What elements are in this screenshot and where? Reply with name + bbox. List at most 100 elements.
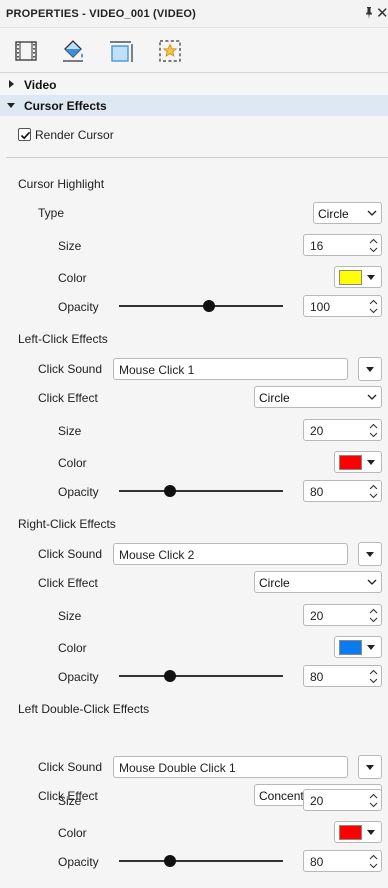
spin-down-icon[interactable] [369,678,378,684]
left-click-sound-value: Mouse Click 1 [119,363,195,377]
spin-down-icon[interactable] [369,247,378,253]
spin-down-icon[interactable] [369,617,378,623]
double-click-sound-field[interactable]: Mouse Double Click 1 [113,756,348,778]
resize-frame-icon[interactable] [108,38,134,64]
section-cursor-effects[interactable]: Cursor Effects [0,95,388,116]
left-click-size-stepper[interactable]: 20 [303,419,382,441]
left-click-opacity-slider[interactable] [119,484,283,498]
left-click-sound-dropdown-button[interactable] [358,357,382,381]
chevron-down-icon [367,579,377,585]
highlight-size-stepper[interactable]: 16 [303,234,382,256]
right-click-heading: Right-Click Effects [18,517,116,531]
highlight-opacity-slider[interactable] [119,299,283,313]
right-click-sound-value: Mouse Click 2 [119,548,195,562]
color-chip [339,455,362,470]
chevron-down-icon [367,210,377,216]
double-click-sound-dropdown-button[interactable] [358,755,382,779]
double-click-heading: Left Double-Click Effects [18,702,150,716]
right-click-opacity-label: Opacity [58,670,99,684]
highlight-size-value: 16 [310,239,324,253]
slider-track [119,860,283,862]
cursor-highlight-heading: Cursor Highlight [18,177,105,191]
double-click-opacity-label: Opacity [58,855,99,869]
chevron-down-icon [367,394,377,400]
spin-down-icon[interactable] [369,863,378,869]
slider-thumb[interactable] [203,300,216,312]
double-click-size-label: Size [58,794,82,808]
spin-down-icon[interactable] [369,802,378,808]
spin-up-icon[interactable] [369,793,378,799]
right-click-effect-select[interactable]: Circle [254,571,382,593]
dropdown-arrow-icon [366,765,374,770]
right-click-opacity-slider[interactable] [119,669,283,683]
left-click-effect-value: Circle [259,391,290,405]
slider-track [119,675,283,677]
left-click-effect-select[interactable]: Circle [254,386,382,408]
paint-bucket-icon[interactable] [60,38,86,64]
spin-up-icon[interactable] [369,608,378,614]
left-click-color-picker[interactable] [334,451,382,473]
double-click-color-picker[interactable] [334,821,382,843]
right-click-color-picker[interactable] [334,636,382,658]
dropdown-arrow-icon [366,552,374,557]
spin-up-icon[interactable] [369,423,378,429]
color-chip [339,825,362,840]
render-cursor-checkbox[interactable] [18,128,31,141]
right-click-opacity-stepper[interactable]: 80 [303,665,382,687]
left-click-color-label: Color [58,456,87,470]
spin-up-icon[interactable] [369,669,378,675]
spin-up-icon[interactable] [369,484,378,490]
spin-up-icon[interactable] [369,299,378,305]
spin-down-icon[interactable] [369,432,378,438]
spin-down-icon[interactable] [369,308,378,314]
pin-icon[interactable] [362,6,376,20]
highlight-color-picker[interactable] [334,266,382,288]
left-click-sound-label: Click Sound [38,362,103,376]
highlight-opacity-value: 100 [310,300,331,314]
film-frame-icon[interactable] [13,38,39,64]
left-click-heading: Left-Click Effects [18,332,108,346]
highlight-opacity-stepper[interactable]: 100 [303,295,382,317]
close-icon[interactable]: ✕ [376,4,388,22]
left-click-size-value: 20 [310,424,324,438]
right-click-sound-label: Click Sound [38,547,103,561]
double-click-sound-value: Mouse Double Click 1 [119,761,236,775]
right-click-size-label: Size [58,609,82,623]
right-click-size-value: 20 [310,609,324,623]
dropdown-arrow-icon [367,460,375,465]
dropdown-arrow-icon [366,367,374,372]
section-video[interactable]: Video [0,74,388,95]
spin-down-icon[interactable] [369,493,378,499]
left-click-opacity-value: 80 [310,485,324,499]
spin-up-icon[interactable] [369,854,378,860]
left-click-size-label: Size [58,424,82,438]
spin-up-icon[interactable] [369,238,378,244]
right-click-size-stepper[interactable]: 20 [303,604,382,626]
left-click-opacity-stepper[interactable]: 80 [303,480,382,502]
slider-thumb[interactable] [163,670,176,682]
right-click-sound-field[interactable]: Mouse Click 2 [113,543,348,565]
double-click-opacity-slider[interactable] [119,854,283,868]
star-frame-icon[interactable] [157,38,183,64]
double-click-size-stepper[interactable]: 20 [303,789,382,811]
left-click-sound-field[interactable]: Mouse Click 1 [113,358,348,380]
section-video-label: Video [24,78,57,92]
highlight-type-select[interactable]: Circle [313,202,382,224]
highlight-type-value: Circle [318,207,349,221]
right-click-effect-label: Click Effect [38,576,98,590]
double-click-sound-label: Click Sound [38,760,103,774]
slider-track [119,490,283,492]
double-click-color-label: Color [58,826,87,840]
render-cursor-label: Render Cursor [35,128,114,142]
slider-thumb[interactable] [163,855,176,867]
color-chip [339,270,362,285]
slider-track [119,305,283,307]
highlight-size-label: Size [58,239,82,253]
dropdown-arrow-icon [367,275,375,280]
double-click-opacity-stepper[interactable]: 80 [303,850,382,872]
divider [6,157,388,158]
panel-title: PROPERTIES - VIDEO_001 (VIDEO) [6,8,196,20]
slider-thumb[interactable] [163,485,176,497]
left-click-opacity-label: Opacity [58,485,99,499]
right-click-sound-dropdown-button[interactable] [358,542,382,566]
